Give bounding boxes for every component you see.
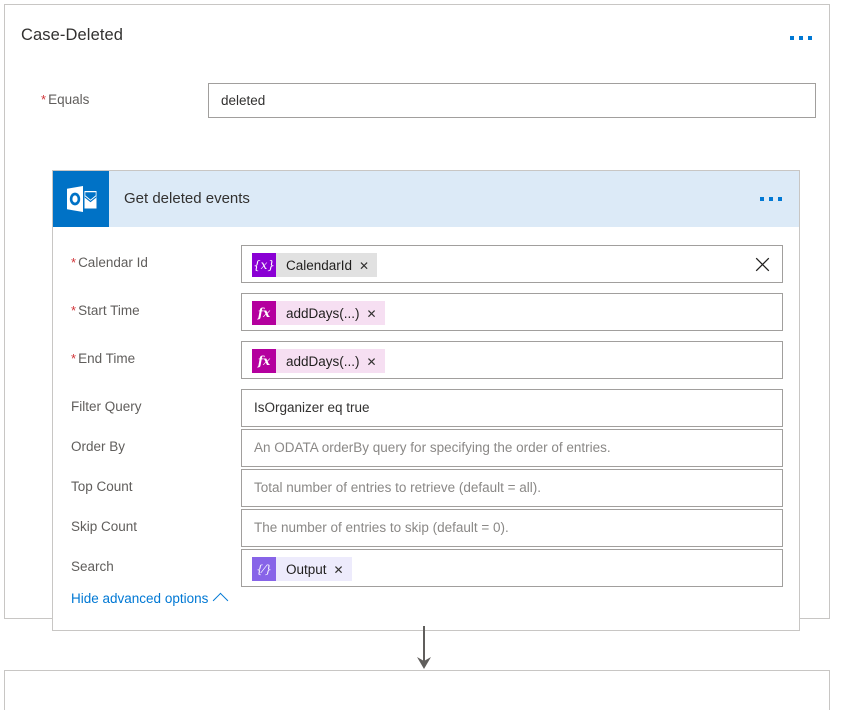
token-label: Output (286, 561, 327, 577)
field-input-end-time[interactable]: fx addDays(...) ✕ (241, 341, 783, 379)
form-row-skip-count: Skip Count The number of entries to skip… (53, 509, 799, 547)
token-remove-icon[interactable]: ✕ (359, 258, 369, 272)
token-label: addDays(...) (286, 353, 360, 369)
field-value: IsOrganizer eq true (254, 400, 370, 415)
flow-arrow-down-icon (414, 626, 434, 670)
connector-card: Get deleted events * Calendar Id {x} Cale… (52, 170, 800, 631)
function-token-icon: fx (252, 349, 276, 373)
advanced-options-label: Hide advanced options (71, 591, 209, 606)
ellipsis-dot (808, 36, 812, 40)
form-row-filter-query: Filter Query IsOrganizer eq true (53, 389, 799, 427)
token-chip-body: Output ✕ (276, 557, 352, 581)
next-action-panel[interactable] (4, 670, 830, 710)
field-label-end-time: * End Time (71, 351, 135, 366)
field-input-filter-query[interactable]: IsOrganizer eq true (241, 389, 783, 427)
field-input-skip-count[interactable]: The number of entries to skip (default =… (241, 509, 783, 547)
ellipsis-dot (790, 36, 794, 40)
field-input-top-count[interactable]: Total number of entries to retrieve (def… (241, 469, 783, 507)
token-chip-output[interactable]: {⁄} Output ✕ (252, 557, 352, 581)
panel-menu-ellipsis-icon[interactable] (790, 36, 812, 40)
variable-token-icon: {x} (252, 253, 276, 277)
required-asterisk: * (71, 255, 77, 270)
field-label-filter-query: Filter Query (71, 399, 142, 414)
equals-label-text: Equals (48, 92, 90, 107)
token-chip-body: CalendarId ✕ (276, 253, 378, 277)
equals-row: * Equals deleted (5, 83, 829, 119)
field-placeholder: The number of entries to skip (default =… (254, 520, 509, 535)
form-row-end-time: * End Time fx addDays(...) ✕ (53, 341, 799, 379)
token-remove-icon[interactable]: ✕ (367, 306, 377, 320)
field-placeholder: Total number of entries to retrieve (def… (254, 480, 542, 495)
outlook-icon (53, 171, 109, 227)
clear-field-button[interactable] (753, 255, 772, 274)
field-input-start-time[interactable]: fx addDays(...) ✕ (241, 293, 783, 331)
token-chip-body: addDays(...) ✕ (276, 349, 385, 373)
form-row-top-count: Top Count Total number of entries to ret… (53, 469, 799, 507)
expression-token-icon: {⁄} (252, 557, 276, 581)
equals-input[interactable]: deleted (208, 83, 816, 118)
required-asterisk: * (71, 303, 77, 318)
ellipsis-dot (799, 36, 803, 40)
card-header: Get deleted events (53, 171, 799, 227)
ellipsis-dot (760, 197, 764, 201)
field-label-search: Search (71, 559, 114, 574)
field-label-top-count: Top Count (71, 479, 133, 494)
field-label-start-time: * Start Time (71, 303, 140, 318)
ellipsis-dot (778, 197, 782, 201)
page-title: Case-Deleted (21, 26, 124, 44)
form-row-order-by: Order By An ODATA orderBy query for spec… (53, 429, 799, 467)
token-chip-body: addDays(...) ✕ (276, 301, 385, 325)
token-chip-adddays-start[interactable]: fx addDays(...) ✕ (252, 301, 385, 325)
token-remove-icon[interactable]: ✕ (367, 354, 377, 368)
field-label-text: Start Time (78, 303, 140, 318)
token-chip-calendarid[interactable]: {x} CalendarId ✕ (252, 253, 378, 277)
field-label-text: Calendar Id (78, 255, 148, 270)
form-row-calendar-id: * Calendar Id {x} CalendarId ✕ (53, 245, 799, 283)
form-row-search: Search {⁄} Output ✕ (53, 549, 799, 587)
form-row-start-time: * Start Time fx addDays(...) ✕ (53, 293, 799, 331)
token-remove-icon[interactable]: ✕ (334, 562, 344, 576)
ellipsis-dot (769, 197, 773, 201)
panel-header: Case-Deleted (5, 5, 829, 63)
search-input[interactable]: {⁄} Output ✕ (241, 549, 783, 587)
field-label-calendar-id: * Calendar Id (71, 255, 148, 270)
field-input-order-by[interactable]: An ODATA orderBy query for specifying th… (241, 429, 783, 467)
token-label: CalendarId (286, 257, 353, 273)
equals-label: * Equals (41, 92, 89, 107)
chevron-up-icon (213, 592, 229, 609)
function-token-icon: fx (252, 301, 276, 325)
field-label-skip-count: Skip Count (71, 519, 138, 534)
action-panel: Case-Deleted * Equals deleted Get delete… (4, 4, 830, 631)
card-title: Get deleted events (124, 190, 250, 207)
field-input-calendar-id[interactable]: {x} CalendarId ✕ (241, 245, 783, 283)
field-placeholder: An ODATA orderBy query for specifying th… (254, 440, 611, 455)
field-label-order-by: Order By (71, 439, 126, 454)
required-asterisk: * (71, 351, 77, 366)
token-chip-adddays-end[interactable]: fx addDays(...) ✕ (252, 349, 385, 373)
field-label-text: End Time (78, 351, 136, 366)
token-label: addDays(...) (286, 305, 360, 321)
card-menu-ellipsis-icon[interactable] (760, 197, 782, 201)
hide-advanced-options-link[interactable]: Hide advanced options (71, 591, 229, 609)
required-asterisk: * (41, 92, 47, 107)
